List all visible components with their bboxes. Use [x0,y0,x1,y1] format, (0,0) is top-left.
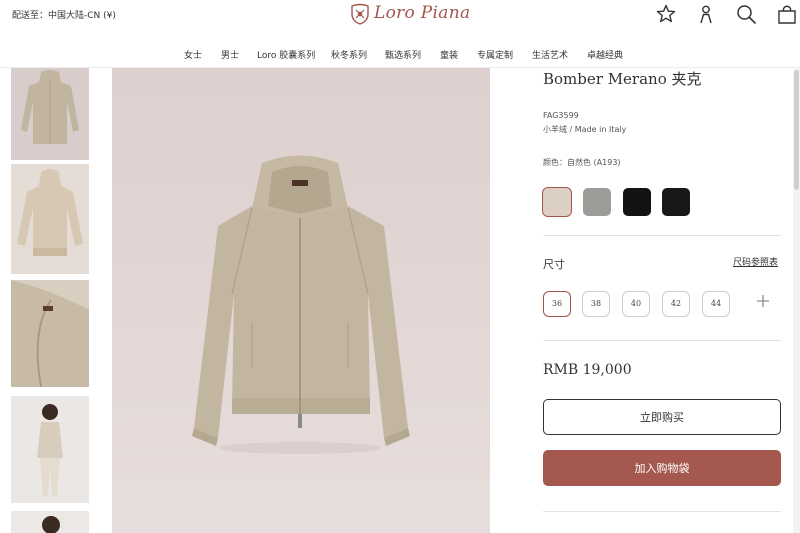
nav-item-kids[interactable]: 童装 [440,48,458,61]
product-info-panel: Bomber Merano 夹克 FAG3599 小羊绒 / Made in I… [530,68,792,533]
size-chart-link[interactable]: 尺码参照表 [733,255,778,268]
product-price: RMB 19,000 [543,362,632,378]
nav-item-icons[interactable]: 卓越经典 [587,48,623,61]
divider [543,511,781,512]
user-icon[interactable] [695,3,717,25]
color-swatch-black[interactable] [623,188,651,216]
size-option-38[interactable]: 38 [582,291,610,317]
divider [543,340,781,341]
main-nav: 女士 男士 Loro 胶囊系列 秋冬系列 甄选系列 童装 专属定制 生活艺术 卓… [0,48,800,64]
size-option-42[interactable]: 42 [662,291,690,317]
thumbnail-detail[interactable] [11,280,89,387]
thumbnail-model[interactable] [11,396,89,503]
logo-wordmark: Loro Piana [374,3,471,23]
brand-logo[interactable]: Loro Piana [348,2,470,26]
thumbnail-front[interactable] [11,68,89,160]
crest-icon [351,3,369,25]
divider [543,235,781,236]
nav-item-women[interactable]: 女士 [184,48,202,61]
size-label: 尺寸 [543,258,565,271]
size-option-40[interactable]: 40 [622,291,650,317]
color-label: 颜色：自然色 (A193) [543,158,621,167]
nav-item-men[interactable]: 男士 [221,48,239,61]
add-to-bag-button[interactable]: 加入购物袋 [543,450,781,486]
plus-icon[interactable] [756,294,770,308]
nav-item-loro-capsule[interactable]: Loro 胶囊系列 [257,48,315,61]
site-header: 配送至：中国大陆-CN (¥) Loro Piana 女士 男士 Loro 胶囊… [0,0,800,68]
scrollbar-thumb[interactable] [794,70,799,190]
product-title: Bomber Merano 夹克 [543,70,702,88]
nav-item-art-of-living[interactable]: 生活艺术 [532,48,568,61]
size-option-36[interactable]: 36 [543,291,571,317]
nav-item-bespoke[interactable]: 专属定制 [477,48,513,61]
color-swatch-grey[interactable] [583,188,611,216]
thumbnail-extra[interactable] [11,511,89,533]
thumbnail-back[interactable] [11,164,89,274]
star-icon[interactable] [655,3,677,25]
product-material: 小羊绒 / Made in Italy [543,125,627,134]
nav-item-selection[interactable]: 甄选系列 [385,48,421,61]
product-sku: FAG3599 [543,111,579,120]
ship-to-selector[interactable]: 配送至：中国大陆-CN (¥) [12,8,116,21]
nav-item-fall-winter[interactable]: 秋冬系列 [331,48,367,61]
buy-now-button[interactable]: 立即购买 [543,399,781,435]
color-swatch-dark[interactable] [662,188,690,216]
bag-icon[interactable] [776,3,798,25]
search-icon[interactable] [735,3,757,25]
product-main-image[interactable] [112,68,490,533]
size-option-44[interactable]: 44 [702,291,730,317]
color-swatch-natural[interactable] [542,187,572,217]
